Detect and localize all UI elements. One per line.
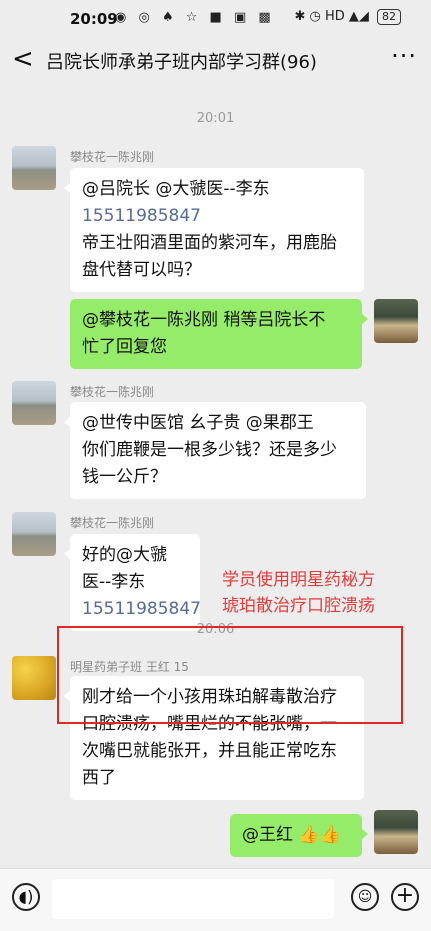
message-line: 好的@大虢医--李东 [82,545,167,592]
phone-link[interactable]: 15511985847 [82,596,201,623]
chat-header: < 吕院长师承弟子班内部学习群(96) ··· [0,38,431,82]
message-bubble[interactable]: @吕院长 @大虢医--李东 15511985847 帝王壮阳酒里面的紫河车，用鹿… [64,168,364,292]
avatar[interactable] [12,146,56,190]
timestamp: 20:01 [196,111,235,126]
annotation-text: 学员使用明星药秘方 琥珀散治疗口腔溃疡 [222,567,375,619]
plus-icon[interactable]: + [391,883,419,911]
battery-icon: 82 [377,9,401,25]
avatar[interactable] [12,512,56,556]
message-line: 帝王壮阳酒里面的紫河车，用鹿胎 [82,233,337,253]
message-line: @吕院长 @大虢医--李东 [82,179,270,199]
sender-name: 攀枝花一陈兆刚 [70,516,155,530]
more-icon[interactable]: ··· [391,42,417,70]
sender-name: 攀枝花一陈兆刚 [70,150,155,164]
message-line: 钱一公斤？ [82,467,167,487]
emoji-icon[interactable]: ☺ [351,883,379,911]
avatar[interactable] [12,381,56,425]
message-bubble[interactable]: @王红 👍👍 [230,814,368,857]
message-bubble[interactable]: @世传中医馆 幺子贵 @果郡王 你们鹿鞭是一根多少钱？还是多少 钱一公斤？ [64,402,366,499]
annotation-line: 学员使用明星药秘方 [222,570,375,590]
sender-name: 攀枝花一陈兆刚 [70,385,155,399]
status-time: 20:09 [70,10,118,28]
input-bar: ◖) ☺ + [0,868,431,931]
my-avatar[interactable] [374,299,418,343]
message-bubble[interactable]: 好的@大虢医--李东 15511985847 [64,534,201,631]
message-line: 你们鹿鞭是一根多少钱？还是多少 [82,440,337,460]
message-line: 盘代替可以吗？ [82,260,201,280]
my-avatar[interactable] [374,810,418,854]
back-icon[interactable]: < [12,44,34,74]
message-line: @王红 👍👍 [242,825,341,845]
message-line: @世传中医馆 幺子贵 @果郡王 [82,413,314,433]
phone-link[interactable]: 15511985847 [82,203,352,230]
annotation-line: 琥珀散治疗口腔溃疡 [222,596,375,616]
message-line: 西了 [82,768,116,788]
voice-icon[interactable]: ◖) [12,883,40,911]
status-bar: 20:09 ◉ ◎ ♠ ☆ ■ ▣ ▩ ✱ ◷ HD ▲◢ 82 [0,0,431,38]
highlight-box [57,626,403,724]
message-line: 忙了回复您 [82,337,167,357]
message-line: @攀枝花一陈兆刚 稍等吕院长不 [82,310,326,330]
message-bubble[interactable]: @攀枝花一陈兆刚 稍等吕院长不 忙了回复您 [70,299,368,369]
notification-icons: ◉ ◎ ♠ ☆ ■ ▣ ▩ [115,10,275,25]
signal-icons: ✱ ◷ HD ▲◢ [294,9,369,24]
message-input[interactable] [52,879,334,919]
message-line: 次嘴巴就能张开，并且能正常吃东 [82,741,337,761]
system-icons: ✱ ◷ HD ▲◢ 82 [294,9,401,25]
avatar[interactable] [12,656,56,700]
chat-title: 吕院长师承弟子班内部学习群(96) [46,52,317,73]
